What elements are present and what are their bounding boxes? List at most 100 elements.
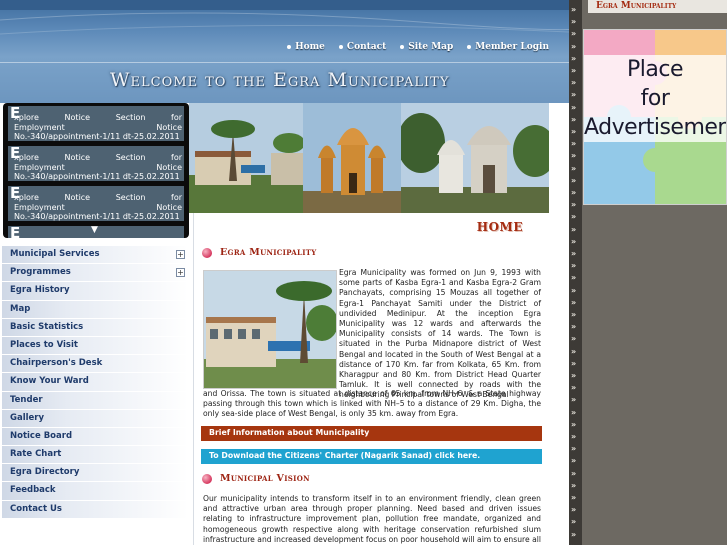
- sidebar-item-egra-directory[interactable]: Egra Directory: [2, 464, 188, 483]
- ad-line: Advertisement: [584, 113, 727, 142]
- sidebar-item-map[interactable]: Map: [2, 300, 188, 319]
- chevron-right-icon: »: [571, 493, 577, 502]
- main-content: HOME Egra Municipality Egra Municipality…: [193, 213, 549, 545]
- chevron-right-icon: »: [571, 456, 577, 466]
- chevron-right-icon: »: [571, 517, 577, 527]
- brief-information-link[interactable]: Brief Information about Municipality: [201, 426, 542, 441]
- pink-bullet-icon: [202, 247, 212, 258]
- shrine-photo: [401, 103, 549, 213]
- chevron-right-icon: »: [571, 224, 577, 234]
- news-item[interactable]: E xplore Notice Section for Employment N…: [8, 146, 184, 181]
- nav-sitemap-link[interactable]: Site Map: [400, 42, 453, 52]
- chevron-right-icon: »: [571, 297, 577, 307]
- sidebar-item-egra-history[interactable]: Egra History: [2, 282, 188, 301]
- scroll-down-arrow-icon[interactable]: ▼: [91, 225, 98, 235]
- expand-plus-icon[interactable]: +: [176, 250, 185, 259]
- sidebar-item-contact-us[interactable]: Contact Us: [2, 500, 188, 519]
- temple-photo-art: [303, 103, 401, 213]
- chevron-right-icon: »: [571, 53, 577, 63]
- nav-member-login-label: Member Login: [475, 42, 549, 52]
- news-scroller[interactable]: E xplore Notice Section for Employment N…: [3, 103, 189, 238]
- chevron-right-icon: »: [571, 261, 577, 271]
- chevron-right-icon: »: [571, 407, 577, 417]
- expand-plus-icon[interactable]: +: [176, 268, 185, 278]
- sidebar-item-gallery[interactable]: Gallery: [2, 409, 188, 428]
- chevron-right-icon: »: [571, 114, 577, 124]
- chevron-right-icon: »: [571, 419, 577, 429]
- sidebar-item-label: Egra Directory: [10, 467, 80, 478]
- vision-paragraph: Our municipality intends to transform it…: [203, 494, 541, 544]
- chevron-right-icon: »: [571, 200, 577, 210]
- chevron-right-icon: »: [571, 188, 577, 197]
- nav-home-link[interactable]: Home: [287, 42, 325, 52]
- chevron-right-icon: »: [571, 273, 577, 283]
- ad-line: Place: [584, 55, 726, 84]
- advertisement-box[interactable]: Place for Advertisement: [583, 29, 727, 205]
- chevron-right-icon: »: [571, 468, 577, 478]
- news-text-line1: xplore Notice Section for: [14, 193, 182, 202]
- nav-contact-link[interactable]: Contact: [338, 42, 386, 52]
- chevron-right-icon: »: [571, 41, 577, 51]
- sidebar-item-notice-board[interactable]: Notice Board: [2, 427, 188, 447]
- nav-sitemap-label: Site Map: [408, 42, 454, 52]
- bullet-icon: [287, 45, 292, 49]
- chevron-right-icon: »: [571, 432, 577, 441]
- section-title-egra-municipality: Egra Municipality: [202, 247, 317, 258]
- sidebar-item-basic-statistics[interactable]: Basic Statistics: [2, 318, 188, 337]
- chevron-right-icon: »: [571, 17, 577, 27]
- chevron-right-icon: »: [571, 90, 577, 100]
- sidebar-item-label: Notice Board: [10, 430, 73, 441]
- news-text-line2: Employment Notice No.-340/appointment-1/…: [14, 162, 182, 182]
- chevron-right-icon: »: [571, 310, 577, 319]
- sidebar-item-know-your-ward[interactable]: Know Your Ward: [2, 373, 188, 392]
- intro-paragraph-continued: and Orissa. The town is situated at dist…: [203, 389, 541, 419]
- pink-bullet-icon: [202, 473, 212, 484]
- nav-member-login-link[interactable]: Member Login: [467, 42, 549, 52]
- building-photo: [189, 103, 303, 213]
- temple-photo: [303, 103, 401, 213]
- chevron-right-icon: »: [571, 236, 577, 246]
- top-navigation: Home Contact Site Map Member Login: [287, 42, 549, 52]
- sidebar-item-places-to-visit[interactable]: Places to Visit: [2, 336, 188, 356]
- section-title-text: Egra Municipality: [220, 247, 317, 258]
- sidebar-item-municipal-services[interactable]: Municipal Services +: [2, 246, 188, 265]
- news-text-line2: Employment Notice No.-340/appointment-1/…: [14, 122, 182, 142]
- site-main: Home Contact Site Map Member Login Welco…: [0, 0, 569, 545]
- chevron-right-icon: »: [571, 358, 577, 368]
- bullet-icon: [400, 45, 405, 49]
- chevron-right-icon: »: [571, 29, 577, 39]
- sidebar-menu: Municipal Services + Programmes + Egra His…: [2, 246, 188, 519]
- chevron-right-icon: »: [571, 78, 577, 88]
- chevron-right-icon: »: [571, 383, 577, 393]
- sidebar-item-feedback[interactable]: Feedback: [2, 482, 188, 501]
- banner-photos: [189, 103, 549, 213]
- news-item[interactable]: E xplore Notice Section for Employment N…: [8, 186, 184, 221]
- sidebar-item-label: Rate Chart: [10, 449, 62, 460]
- section-title-text: Municipal Vision: [220, 473, 310, 484]
- citizens-charter-download-link[interactable]: To Download the Citizens' Charter (Nagar…: [201, 449, 542, 464]
- chevron-right-icon: »: [571, 66, 577, 75]
- sidebar-item-label: Programmes: [10, 267, 71, 278]
- shrine-photo-art: [401, 103, 549, 213]
- chevron-right-icon: »: [571, 175, 577, 185]
- chevron-right-icon: »: [571, 127, 577, 136]
- home-heading-button[interactable]: HOME: [477, 220, 523, 234]
- sidebar-item-programmes[interactable]: Programmes +: [2, 264, 188, 283]
- chevron-right-icon: »: [571, 346, 577, 356]
- sidebar-item-label: Basic Statistics: [10, 321, 84, 332]
- news-item[interactable]: E xplore Notice Section for Employment N…: [8, 106, 184, 141]
- right-column: Egra Municipality Place for Advertisemen…: [582, 0, 727, 545]
- sidebar-item-label: Contact Us: [10, 503, 62, 514]
- chevron-right-icon: »: [571, 163, 577, 173]
- chevron-right-icon: »: [571, 322, 577, 332]
- sidebar-item-chairpersons-desk[interactable]: Chairperson's Desk: [2, 355, 188, 374]
- ad-line: for: [584, 84, 726, 113]
- sidebar-item-label: Places to Visit: [10, 339, 78, 350]
- sidebar-item-tender[interactable]: Tender: [2, 391, 188, 410]
- header-divider-line: [0, 62, 569, 63]
- sidebar-item-label: Map: [10, 303, 31, 314]
- chevron-right-icon: »: [571, 212, 577, 222]
- sidebar-item-rate-chart[interactable]: Rate Chart: [2, 446, 188, 465]
- chevron-right-icon: »: [571, 480, 577, 490]
- chevron-right-icon: »: [571, 249, 577, 258]
